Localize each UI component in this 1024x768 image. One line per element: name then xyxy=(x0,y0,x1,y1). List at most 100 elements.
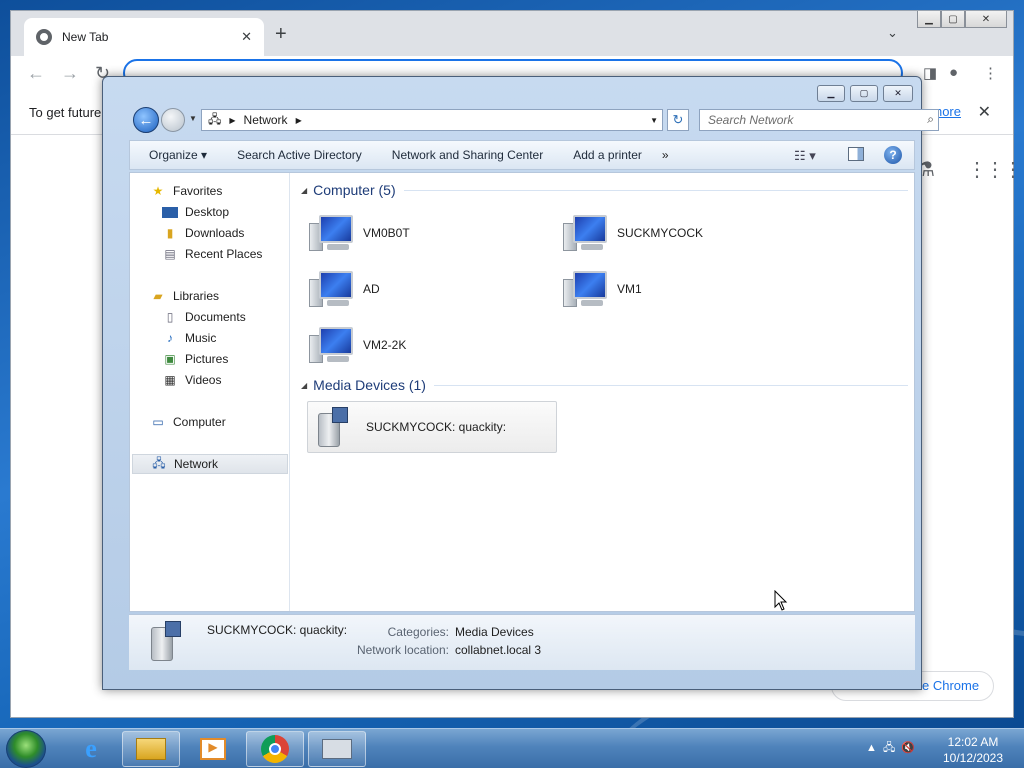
computer-name: SUCKMYCOCK xyxy=(617,226,704,240)
media-player-icon[interactable]: ▶ xyxy=(184,731,242,767)
explorer-nav-row: ← ▼ 🖧 ▶ Network ▶ ▼ ↻ Search Network ⌕ xyxy=(129,105,939,135)
collapse-triangle-icon[interactable]: ◢ xyxy=(301,381,307,390)
nav-desktop[interactable]: Desktop xyxy=(162,202,229,222)
network-icon: 🖧 xyxy=(152,455,166,470)
media-device-name: SUCKMYCOCK: quackity: xyxy=(366,420,507,434)
file-explorer-taskbar-button[interactable] xyxy=(122,731,180,767)
nav-pictures[interactable]: ▣ Pictures xyxy=(162,349,228,369)
chrome-favicon-icon xyxy=(36,29,52,45)
explorer-minimize-button[interactable]: ▁ xyxy=(817,85,845,102)
nav-label: Documents xyxy=(185,310,246,324)
search-active-directory-button[interactable]: Search Active Directory xyxy=(237,148,362,162)
network-sharing-center-button[interactable]: Network and Sharing Center xyxy=(392,148,543,162)
tab-close-icon[interactable]: ✕ xyxy=(241,29,252,45)
network-location-value: collabnet.local 3 xyxy=(455,643,542,657)
nav-computer[interactable]: ▭ Computer xyxy=(150,412,226,432)
start-button[interactable] xyxy=(6,730,46,768)
profile-icon[interactable]: ● xyxy=(949,64,958,81)
address-bar[interactable]: 🖧 ▶ Network ▶ ▼ xyxy=(201,109,663,131)
infobar-close-icon[interactable]: ✕ xyxy=(978,102,991,122)
nav-label: Network xyxy=(174,457,219,471)
music-icon: ♪ xyxy=(167,331,173,345)
breadcrumb-network[interactable]: Network xyxy=(244,113,288,127)
computer-icon xyxy=(309,269,355,309)
mouse-cursor-icon xyxy=(774,590,788,611)
nav-label: Computer xyxy=(173,415,226,429)
downloads-folder-icon: ▮ xyxy=(166,226,174,240)
menu-kebab-icon[interactable]: ⋮ xyxy=(983,64,998,82)
media-device-item[interactable]: SUCKMYCOCK: quackity: xyxy=(307,401,557,453)
minimize-button[interactable]: ▁ xyxy=(917,11,941,28)
side-panel-icon[interactable]: ◨ xyxy=(923,64,937,82)
help-icon[interactable]: ? xyxy=(884,146,902,164)
nav-favorites[interactable]: ★ Favorites xyxy=(150,181,223,201)
forward-button[interactable] xyxy=(161,108,185,132)
nav-videos[interactable]: ▦ Videos xyxy=(162,370,221,390)
nav-label: Libraries xyxy=(173,289,220,303)
nav-recent-places[interactable]: ▤ Recent Places xyxy=(162,244,262,264)
computer-item[interactable]: SUCKMYCOCK xyxy=(559,207,809,259)
search-input[interactable]: Search Network ⌕ xyxy=(699,109,939,131)
media-device-icon xyxy=(151,621,181,661)
close-button[interactable]: ✕ xyxy=(965,11,1007,28)
more-commands-button[interactable]: » xyxy=(662,148,669,162)
clock-date: 10/12/2023 xyxy=(942,751,1004,765)
refresh-button[interactable]: ↻ xyxy=(667,109,689,131)
address-dropdown-icon[interactable]: ▼ xyxy=(650,116,658,125)
chrome-taskbar-button[interactable] xyxy=(246,731,304,767)
pictures-icon: ▣ xyxy=(164,352,176,366)
new-tab-button[interactable]: + xyxy=(275,23,287,46)
nav-libraries[interactable]: ▰ Libraries xyxy=(150,286,219,306)
collapse-triangle-icon[interactable]: ◢ xyxy=(301,186,307,195)
computer-name: AD xyxy=(363,282,380,296)
chrome-tab-bar: New Tab ✕ + ⌄ ▁ ▢ ✕ xyxy=(11,11,1013,56)
nav-network[interactable]: 🖧 Network xyxy=(132,454,288,474)
group-header-computer[interactable]: ◢ Computer (5) xyxy=(301,181,908,199)
forward-arrow-icon[interactable]: → xyxy=(61,63,79,84)
view-options-icon[interactable]: ☷ ▾ xyxy=(794,148,816,164)
explorer-maximize-button[interactable]: ▢ xyxy=(850,85,878,102)
network-location-label: Network location: xyxy=(356,643,449,657)
nav-documents[interactable]: ▯ Documents xyxy=(162,307,246,327)
taskbar: e ▶ ▲ 🖧 🔇 12:02 AM 10/12/2023 xyxy=(0,728,1024,768)
breadcrumb-separator-icon[interactable]: ▶ xyxy=(296,116,302,125)
computer-item[interactable]: AD xyxy=(305,263,555,315)
command-bar: Organize ▾ Search Active Directory Netwo… xyxy=(129,140,915,170)
breadcrumb-separator-icon[interactable]: ▶ xyxy=(229,116,235,125)
nav-label: Desktop xyxy=(185,205,230,219)
on-screen-keyboard-taskbar-button[interactable] xyxy=(308,731,366,767)
add-printer-button[interactable]: Add a printer xyxy=(573,148,642,162)
computer-icon xyxy=(309,213,355,253)
system-clock[interactable]: 12:02 AM 10/12/2023 xyxy=(938,734,1008,766)
tab-search-icon[interactable]: ⌄ xyxy=(887,25,898,41)
group-header-media[interactable]: ◢ Media Devices (1) xyxy=(301,376,908,394)
computer-icon xyxy=(309,325,355,365)
organize-button[interactable]: Organize ▾ xyxy=(149,148,207,162)
tray-icons[interactable]: ▲ 🖧 🔇 xyxy=(866,739,915,758)
preview-pane-icon[interactable] xyxy=(848,147,864,161)
back-arrow-icon[interactable]: ← xyxy=(27,63,45,84)
computer-item[interactable]: VM0B0T xyxy=(305,207,555,259)
maximize-button[interactable]: ▢ xyxy=(941,11,965,28)
chrome-tab[interactable]: New Tab ✕ xyxy=(24,18,264,56)
history-dropdown-icon[interactable]: ▼ xyxy=(189,114,197,123)
nav-downloads[interactable]: ▮ Downloads xyxy=(162,223,245,243)
computer-item[interactable]: VM2-2K xyxy=(305,319,555,371)
internet-explorer-icon[interactable]: e xyxy=(62,731,120,767)
navigation-pane: ★ Favorites Desktop ▮ Downloads ▤ Recent Pl… xyxy=(130,173,290,611)
tab-title: New Tab xyxy=(62,30,109,44)
nav-music[interactable]: ♪ Music xyxy=(162,328,216,348)
computer-item[interactable]: VM1 xyxy=(559,263,809,315)
search-icon[interactable]: ⌕ xyxy=(927,112,934,127)
clock-time: 12:02 AM xyxy=(947,735,999,749)
search-placeholder: Search Network xyxy=(708,113,794,127)
apps-grid-icon[interactable]: ⋮⋮⋮ xyxy=(967,157,1023,182)
recent-places-icon: ▤ xyxy=(164,247,176,261)
back-button[interactable]: ← xyxy=(133,107,159,133)
computer-icon: ▭ xyxy=(152,415,164,429)
details-name: SUCKMYCOCK: quackity: xyxy=(207,623,348,637)
documents-icon: ▯ xyxy=(166,310,174,324)
explorer-window: ▁ ▢ ✕ ← ▼ 🖧 ▶ Network ▶ ▼ ↻ Search Netwo… xyxy=(102,76,939,690)
libraries-icon: ▰ xyxy=(153,289,163,303)
explorer-close-button[interactable]: ✕ xyxy=(883,85,913,102)
